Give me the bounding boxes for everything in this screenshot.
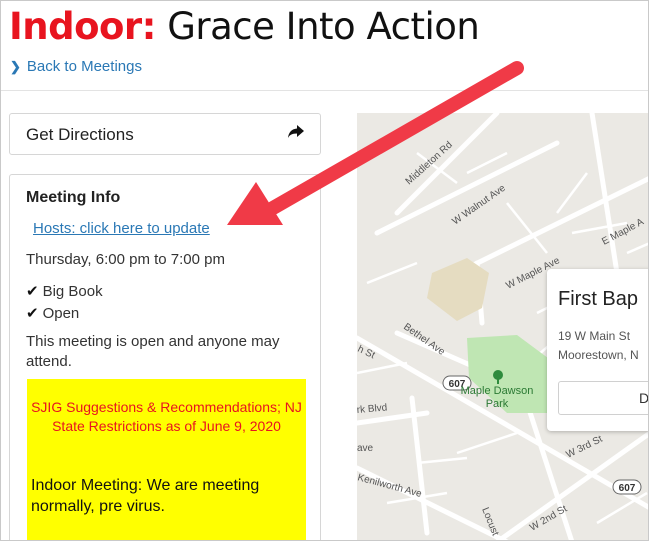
meeting-notes-box: SJIG Suggestions & Recommendations; NJ S… bbox=[27, 379, 306, 540]
page-title: Indoor: Grace Into Action bbox=[9, 5, 480, 49]
place-button-label: D bbox=[639, 390, 649, 406]
park-label-line1: Maple Dawson bbox=[461, 385, 534, 397]
meeting-name: Grace Into Action bbox=[167, 5, 480, 48]
meeting-type-label: Open bbox=[42, 305, 80, 322]
hosts-update-link[interactable]: Hosts: click here to update bbox=[33, 220, 210, 237]
meeting-info-title: Meeting Info bbox=[26, 189, 121, 206]
place-address-line: Moorestown, N bbox=[558, 348, 639, 362]
notes-restrictions-text: SJIG Suggestions & Recommendations; NJ S… bbox=[31, 399, 302, 434]
street-label: ave bbox=[357, 443, 374, 454]
back-to-meetings-link[interactable]: ❯ Back to Meetings bbox=[10, 58, 142, 75]
header-divider bbox=[1, 90, 648, 91]
notes-indoor-text: Indoor Meeting: We are meeting normally,… bbox=[31, 477, 260, 515]
place-directions-button[interactable]: D bbox=[558, 381, 649, 415]
page-frame: Indoor: Grace Into Action ❯ Back to Meet… bbox=[0, 0, 649, 541]
meeting-type-item: ✔ Big Book bbox=[26, 281, 103, 303]
place-address-line: 19 W Main St bbox=[558, 329, 631, 343]
meeting-info-card: Meeting Info Hosts: click here to update… bbox=[9, 174, 321, 540]
meeting-schedule: Thursday, 6:00 pm to 7:00 pm bbox=[26, 251, 225, 268]
back-link-label: Back to Meetings bbox=[26, 58, 142, 75]
park-label-line2: Park bbox=[486, 398, 509, 410]
checkmark-icon: ✔ bbox=[26, 283, 39, 300]
meeting-description: This meeting is open and anyone may atte… bbox=[26, 333, 280, 370]
get-directions-label: Get Directions bbox=[26, 125, 134, 144]
map-place-card[interactable]: First Bap 19 W Main St Moorestown, N D bbox=[547, 269, 649, 431]
meeting-type-label: Big Book bbox=[42, 283, 103, 300]
route-badge: 607 bbox=[619, 483, 636, 494]
chevron-right-icon: ❯ bbox=[10, 58, 21, 74]
get-directions-button[interactable]: Get Directions bbox=[9, 113, 321, 155]
place-name: First Bap bbox=[558, 288, 639, 310]
place-address: 19 W Main St Moorestown, N bbox=[558, 327, 639, 365]
meeting-type-item: ✔ Open bbox=[26, 303, 103, 325]
share-arrow-icon bbox=[287, 124, 305, 145]
meeting-type-label: Indoor: bbox=[9, 5, 156, 48]
meeting-types-list: ✔ Big Book ✔ Open bbox=[26, 281, 103, 325]
checkmark-icon: ✔ bbox=[26, 305, 39, 322]
